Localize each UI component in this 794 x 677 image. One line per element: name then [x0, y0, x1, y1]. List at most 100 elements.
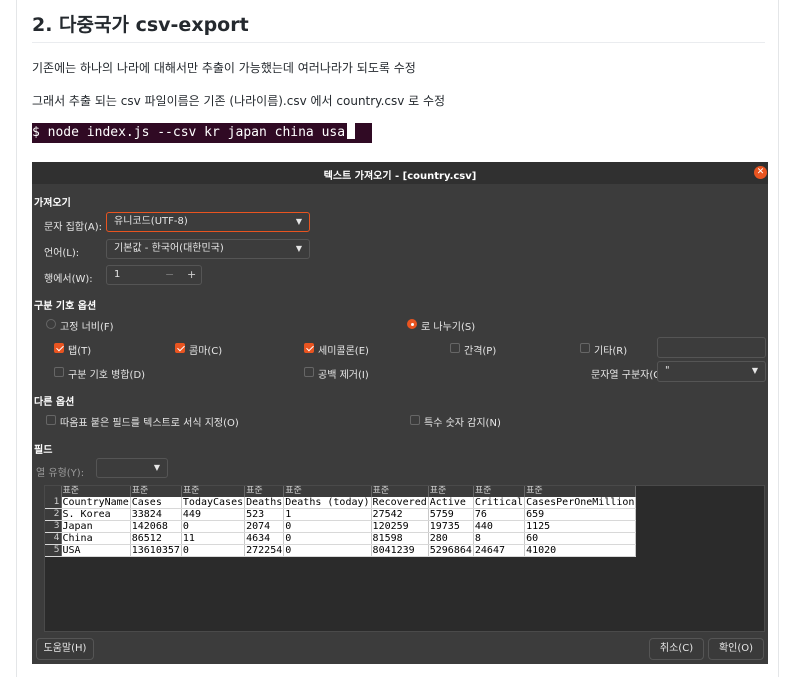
- from-row-value: 1: [114, 269, 121, 280]
- preview-grid[interactable]: 표준 표준 표준 표준 표준 표준 표준 표준 표준 1 CountryName Cases Today…: [44, 485, 765, 632]
- table-cell: 120259: [371, 520, 429, 533]
- fixed-width-radio[interactable]: [46, 319, 56, 329]
- table-cell: 11: [181, 532, 246, 545]
- separated-by-radio[interactable]: [407, 319, 417, 329]
- row-number: 2: [45, 508, 62, 521]
- table-cell: Deaths: [244, 497, 285, 509]
- table-cell: CountryName: [61, 497, 131, 509]
- close-icon[interactable]: ✕: [754, 166, 767, 179]
- column-type-header[interactable]: 표준: [473, 486, 526, 497]
- charset-select[interactable]: 유니코드(UTF-8) ▼: [106, 212, 310, 232]
- table-cell: 60: [524, 532, 637, 545]
- space-checkbox[interactable]: [450, 343, 460, 353]
- trim-spaces-checkbox[interactable]: [304, 367, 314, 377]
- charset-label: 문자 집합(A):: [44, 222, 102, 233]
- page-border-right: [778, 0, 779, 677]
- language-value: 기본값 - 한국어(대한민국): [114, 243, 224, 254]
- fields-section-title: 필드: [34, 445, 53, 456]
- table-cell: 76: [473, 508, 526, 521]
- column-type-header[interactable]: 표준: [283, 486, 372, 497]
- column-type-header[interactable]: 표준: [371, 486, 429, 497]
- separated-by-label: 로 나누기(S): [421, 322, 476, 333]
- table-cell: Recovered: [371, 497, 429, 509]
- row-number: 1: [45, 497, 62, 509]
- merge-delimiters-checkbox[interactable]: [54, 367, 64, 377]
- table-row: 4 China 86512 11 4634 0 81598 280 8 60: [45, 532, 637, 545]
- table-cell: 0: [181, 544, 246, 557]
- string-delimiter-select[interactable]: " ▼: [657, 361, 766, 382]
- table-cell: 33824: [130, 508, 182, 521]
- page-border-left: [16, 0, 17, 677]
- import-section-title: 가져오기: [34, 198, 71, 209]
- column-type-header[interactable]: 표준: [61, 486, 131, 497]
- row-number: 3: [45, 520, 62, 533]
- detect-special-numbers-label: 특수 숫자 감지(N): [424, 418, 501, 429]
- table-cell: 659: [524, 508, 637, 521]
- section-heading: 2. 다중국가 csv-export: [32, 14, 249, 36]
- table-cell: 24647: [473, 544, 526, 557]
- table-cell: 5759: [428, 508, 474, 521]
- comma-checkbox[interactable]: [175, 343, 185, 353]
- dialog-title: 텍스트 가져오기 - [country.csv]: [323, 171, 477, 182]
- chevron-down-icon: ▼: [295, 244, 302, 253]
- table-row: 1 CountryName Cases TodayCases Deaths Deaths …: [45, 497, 637, 509]
- quoted-as-text-checkbox[interactable]: [46, 415, 56, 425]
- string-delimiter-value: ": [665, 365, 670, 376]
- table-cell: 13610357: [130, 544, 182, 557]
- column-type-label: 열 유형(Y):: [36, 468, 85, 479]
- table-cell: 41020: [524, 544, 637, 557]
- column-type-header[interactable]: 표준: [181, 486, 246, 497]
- table-cell: 0: [181, 520, 246, 533]
- other-separator-input[interactable]: [657, 337, 766, 358]
- table-cell: 523: [244, 508, 285, 521]
- table-cell: 280: [428, 532, 474, 545]
- table-cell: 5296864: [428, 544, 474, 557]
- other-checkbox[interactable]: [580, 343, 590, 353]
- semicolon-checkbox[interactable]: [304, 343, 314, 353]
- dialog-titlebar: 텍스트 가져오기 - [country.csv] ✕: [32, 162, 768, 184]
- row-number: 5: [45, 544, 62, 557]
- chevron-down-icon: ▼: [153, 463, 160, 472]
- table-cell: 27542: [371, 508, 429, 521]
- minus-icon[interactable]: −: [165, 268, 174, 281]
- plus-icon[interactable]: +: [187, 268, 196, 281]
- table-cell: 440: [473, 520, 526, 533]
- heading-rule: [32, 42, 765, 43]
- semicolon-label: 세미콜론(E): [318, 346, 369, 357]
- terminal-command-text: $ node index.js --csv kr japan china usa: [32, 125, 346, 140]
- charset-value: 유니코드(UTF-8): [114, 216, 188, 227]
- ok-button[interactable]: 확인(O): [708, 638, 764, 660]
- quoted-as-text-label: 따옴표 붙은 필드를 텍스트로 서식 지정(O): [60, 418, 239, 429]
- table-cell: 19735: [428, 520, 474, 533]
- chevron-down-icon: ▼: [751, 366, 758, 375]
- paragraph-1: 기존에는 하나의 나라에 대해서만 추출이 가능했는데 여러나라가 되도록 수정: [32, 61, 416, 75]
- table-cell: 142068: [130, 520, 182, 533]
- table-cell: 272254: [244, 544, 285, 557]
- from-row-stepper[interactable]: 1 − +: [106, 265, 202, 285]
- language-select[interactable]: 기본값 - 한국어(대한민국) ▼: [106, 239, 310, 259]
- merge-delimiters-label: 구분 기호 병합(D): [68, 370, 146, 381]
- table-cell: TodayCases: [181, 497, 246, 509]
- table-cell: 4634: [244, 532, 285, 545]
- table-cell: 0: [283, 544, 372, 557]
- column-type-header[interactable]: 표준: [244, 486, 285, 497]
- cancel-button[interactable]: 취소(C): [649, 638, 704, 660]
- chevron-down-icon: ▼: [295, 217, 302, 226]
- tab-checkbox[interactable]: [54, 343, 64, 353]
- column-type-header[interactable]: 표준: [130, 486, 182, 497]
- table-cell: Critical: [473, 497, 526, 509]
- table-row: 5 USA 13610357 0 272254 0 8041239 5296864 24647 4…: [45, 544, 637, 557]
- column-type-header[interactable]: 표준: [524, 486, 637, 497]
- help-button[interactable]: 도움말(H): [36, 638, 94, 660]
- table-cell: 2074: [244, 520, 285, 533]
- fixed-width-label: 고정 너비(F): [60, 322, 114, 333]
- text-import-dialog: 텍스트 가져오기 - [country.csv] ✕ 가져오기 문자 집합(A)…: [32, 162, 768, 664]
- table-row: 3 Japan 142068 0 2074 0 120259 19735 440 1125: [45, 520, 637, 533]
- detect-special-numbers-checkbox[interactable]: [410, 415, 420, 425]
- table-cell: 0: [283, 520, 372, 533]
- column-type-select[interactable]: ▼: [96, 458, 168, 478]
- column-type-header[interactable]: 표준: [428, 486, 474, 497]
- tab-label: 탭(T): [68, 346, 92, 357]
- table-cell: Cases: [130, 497, 182, 509]
- trim-spaces-label: 공백 제거(I): [318, 370, 369, 381]
